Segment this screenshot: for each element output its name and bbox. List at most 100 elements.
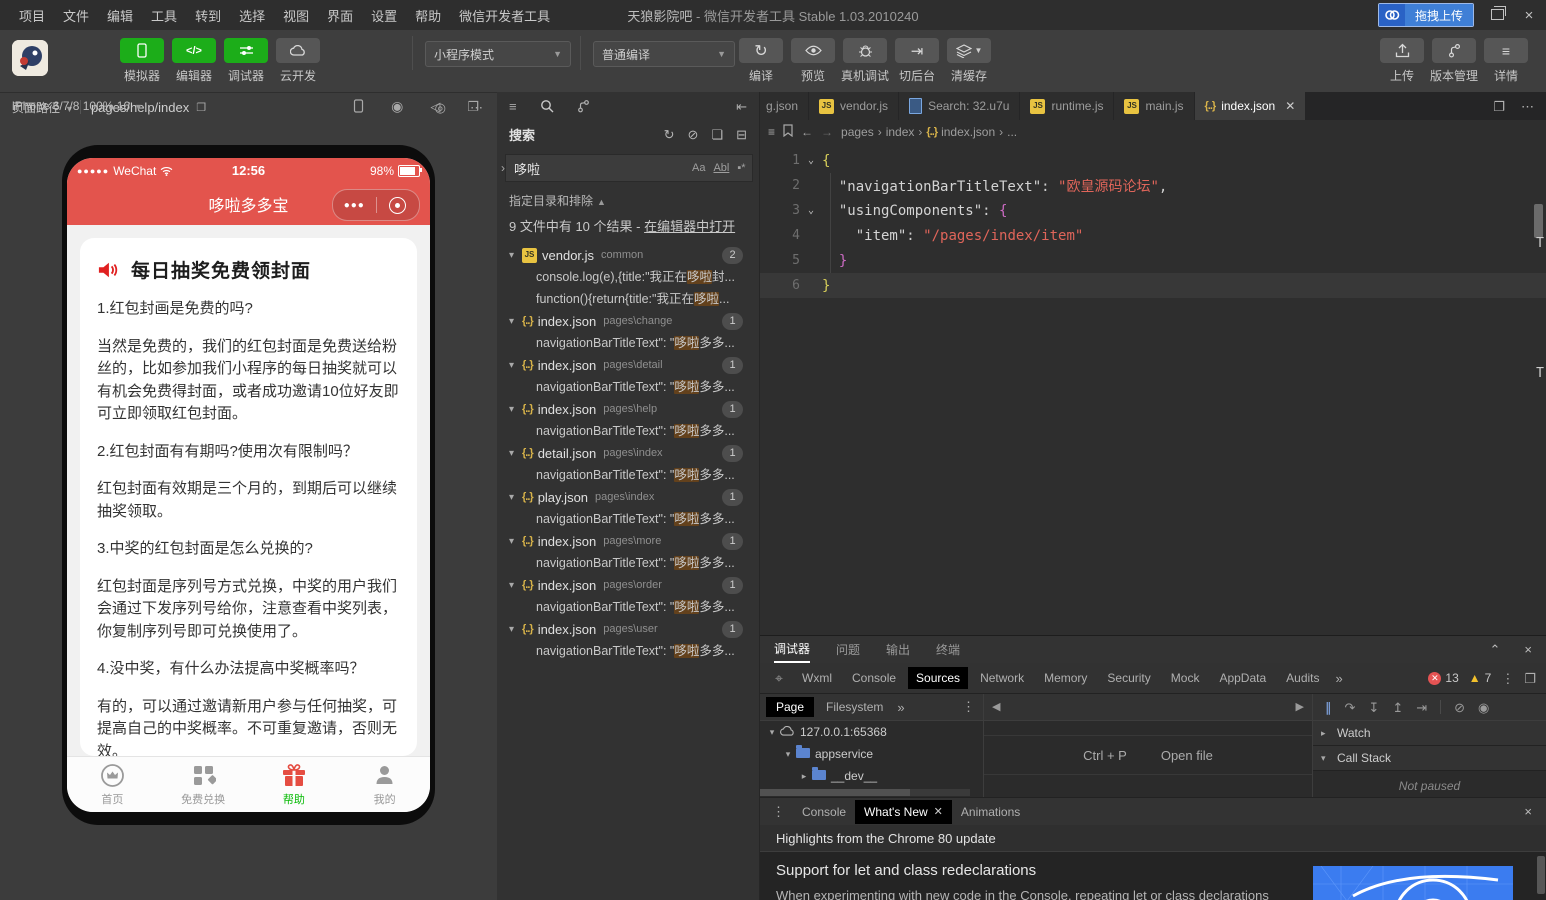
window-close-button[interactable]: × <box>1520 7 1538 24</box>
window-restore-button[interactable] <box>1488 7 1506 24</box>
action-真机调试[interactable]: 真机调试 <box>839 38 891 84</box>
tabbar-item-首页[interactable]: 首页 <box>67 757 158 812</box>
step-over-icon[interactable]: ↷ <box>1345 701 1356 714</box>
search-result-file[interactable]: ▾{..}detail.jsonpages\index1 <box>497 442 759 464</box>
step-out-icon[interactable]: ↥ <box>1392 701 1403 714</box>
tree-node-__dev__[interactable]: ▸__dev__ <box>760 765 983 787</box>
tree-node-appservice[interactable]: ▾appservice <box>760 743 983 765</box>
devtools-tab-Console[interactable]: Console <box>844 667 904 689</box>
drawer-tab-Animations[interactable]: Animations <box>952 800 1029 824</box>
devtools-tab-Wxml[interactable]: Wxml <box>794 667 840 689</box>
nav-back-icon[interactable]: ← <box>801 125 813 139</box>
editor-tab-g.json[interactable]: g.json <box>760 92 809 120</box>
breadcrumb-item[interactable]: pages <box>841 125 874 139</box>
outline-icon[interactable]: ≡ <box>768 125 775 139</box>
open-new-editor-icon[interactable]: ❏ <box>711 128 723 141</box>
devtools-tab-Memory[interactable]: Memory <box>1036 667 1095 689</box>
mute-icon[interactable]: ◁ <box>430 99 440 113</box>
menu-item-界面[interactable]: 界面 <box>318 0 362 30</box>
navigator-tab-Filesystem[interactable]: Filesystem <box>816 697 893 717</box>
devtools-tab-Sources[interactable]: Sources <box>908 667 968 689</box>
search-result-file[interactable]: ▾{..}play.jsonpages\index1 <box>497 486 759 508</box>
match-case-icon[interactable]: Aa <box>692 162 705 174</box>
mode-select[interactable]: 小程序模式▼ <box>425 41 571 67</box>
devtools-tab-Network[interactable]: Network <box>972 667 1032 689</box>
menu-item-视图[interactable]: 视图 <box>274 0 318 30</box>
navigator-kebab-icon[interactable]: ⋮ <box>962 699 983 715</box>
collapse-panel-icon[interactable]: ⌃ <box>1490 643 1501 656</box>
compile-mode-select[interactable]: 普通编译▼ <box>593 41 735 67</box>
devtools-tab-AppData[interactable]: AppData <box>1211 667 1274 689</box>
pause-on-exceptions-icon[interactable]: ◉ <box>1478 701 1489 714</box>
refresh-search-icon[interactable]: ↻ <box>664 128 675 141</box>
error-badge[interactable]: ✕13 <box>1428 671 1458 685</box>
editor-tab-Search: 32.u7u[interactable]: Search: 32.u7u <box>899 92 1020 120</box>
tabbar-item-帮助[interactable]: 帮助 <box>249 757 340 812</box>
menu-item-项目[interactable]: 项目 <box>10 0 54 30</box>
search-result-file[interactable]: ▾{..}index.jsonpages\more1 <box>497 530 759 552</box>
devtools-kebab-icon[interactable]: ⋮ <box>1501 672 1514 685</box>
close-drawer-tab-icon[interactable]: ✕ <box>934 805 943 818</box>
editor-tab-vendor.js[interactable]: JSvendor.js <box>809 92 899 120</box>
editor-tab-main.js[interactable]: JSmain.js <box>1114 92 1194 120</box>
search-match-line[interactable]: navigationBarTitleText": "哆啦多多... <box>497 332 759 354</box>
action-上传[interactable]: 上传 <box>1376 38 1428 84</box>
search-result-file[interactable]: ▾{..}index.jsonpages\order1 <box>497 574 759 596</box>
search-match-line[interactable]: navigationBarTitleText": "哆啦多多... <box>497 420 759 442</box>
action-编译[interactable]: ↻编译 <box>735 38 787 84</box>
action-详情[interactable]: ≡详情 <box>1480 38 1532 84</box>
watch-section[interactable]: ▸Watch <box>1313 721 1546 746</box>
drawer-kebab-icon[interactable]: ⋮ <box>764 804 793 820</box>
drag-upload-button[interactable]: 拖拽上传 <box>1378 3 1474 27</box>
close-panel-icon[interactable]: × <box>1524 643 1532 656</box>
search-result-file[interactable]: ▾{..}index.jsonpages\help1 <box>497 398 759 420</box>
nav-forward-icon[interactable]: → <box>821 125 833 139</box>
article-thumbnail[interactable] <box>1313 866 1513 900</box>
deactivate-breakpoints-icon[interactable]: ⊘ <box>1454 701 1465 714</box>
undock-icon[interactable]: ❐ <box>1524 672 1536 685</box>
tabbar-item-免费兑换[interactable]: 免费兑换 <box>158 757 249 812</box>
menu-item-设置[interactable]: 设置 <box>362 0 406 30</box>
close-drawer-icon[interactable]: × <box>1524 804 1546 819</box>
search-result-file[interactable]: ▾{..}index.jsonpages\user1 <box>497 618 759 640</box>
action-预览[interactable]: 预览 <box>787 38 839 84</box>
breadcrumb-item[interactable]: ... <box>1007 125 1017 139</box>
toggle-调试器[interactable]: 调试器 <box>220 38 272 84</box>
explorer-icon[interactable]: ≡ <box>509 100 517 113</box>
next-file-icon[interactable]: ▶ <box>1296 702 1304 713</box>
collapse-sidebar-icon[interactable]: ⇤ <box>736 100 747 113</box>
search-match-line[interactable]: navigationBarTitleText": "哆啦多多... <box>497 464 759 486</box>
regex-icon[interactable]: ▪* <box>737 162 745 174</box>
search-result-file[interactable]: ▾{..}index.jsonpages\change1 <box>497 310 759 332</box>
debugger-tab-调试器[interactable]: 调试器 <box>774 636 810 663</box>
git-view-icon[interactable] <box>577 99 590 113</box>
multiwindow-icon[interactable]: ❐ <box>467 99 479 113</box>
open-in-editor-link[interactable]: 在编辑器中打开 <box>644 219 735 234</box>
scope-toggle[interactable]: 指定目录和排除▲ <box>497 186 759 211</box>
record-icon[interactable]: ◉ <box>391 99 403 113</box>
more-devtools-tabs-icon[interactable]: » <box>1336 671 1343 686</box>
search-match-line[interactable]: console.log(e),{title:"我正在哆啦封... <box>497 266 759 288</box>
close-tab-icon[interactable]: ✕ <box>1285 99 1295 113</box>
collapse-all-icon[interactable]: ⊟ <box>736 128 747 141</box>
navigator-tab-Page[interactable]: Page <box>766 697 814 717</box>
devtools-tab-Security[interactable]: Security <box>1099 667 1158 689</box>
split-editor-icon[interactable]: ❐ <box>1493 100 1505 113</box>
debugger-tab-终端[interactable]: 终端 <box>936 636 960 663</box>
editor-scrollbar[interactable] <box>1534 204 1543 238</box>
menu-item-转到[interactable]: 转到 <box>186 0 230 30</box>
fold-icon[interactable]: ⌄ <box>800 155 822 166</box>
breadcrumb-item[interactable]: index <box>886 125 915 139</box>
whole-word-icon[interactable]: Abl <box>713 162 729 174</box>
search-match-line[interactable]: navigationBarTitleText": "哆啦多多... <box>497 376 759 398</box>
breadcrumb-item[interactable]: {..}index.json <box>926 125 995 139</box>
fold-icon[interactable]: ⌄ <box>800 205 822 216</box>
user-avatar[interactable] <box>12 40 48 76</box>
tabbar-item-我的[interactable]: 我的 <box>339 757 430 812</box>
drawer-tab-Console[interactable]: Console <box>793 800 855 824</box>
device-icon[interactable] <box>353 99 364 113</box>
tree-node-127.0.0.1:65368[interactable]: ▾127.0.0.1:65368 <box>760 721 983 743</box>
clear-results-icon[interactable]: ⊘ <box>688 128 699 141</box>
search-input[interactable] <box>512 160 692 177</box>
action-切后台[interactable]: ⇥切后台 <box>891 38 943 84</box>
